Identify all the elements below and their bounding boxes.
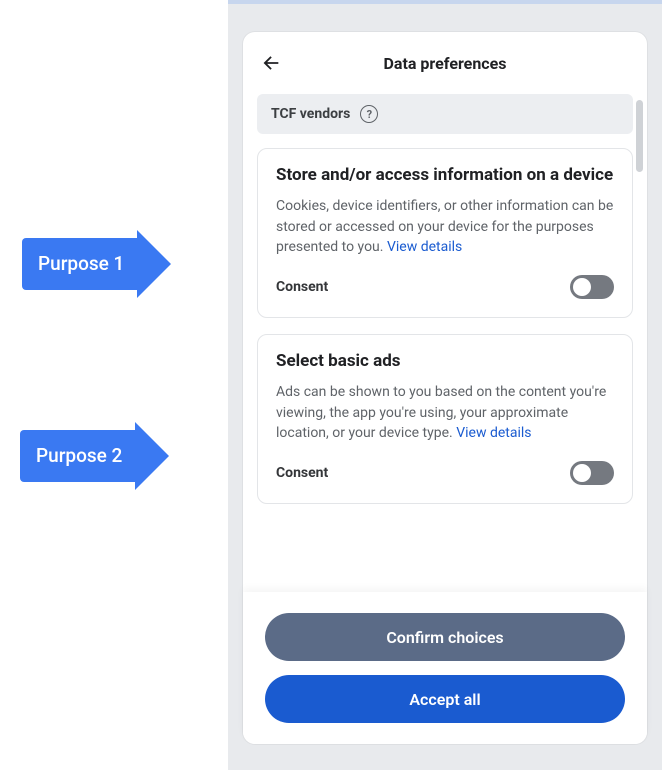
arrow-head-icon xyxy=(135,422,169,490)
purpose-card-select-basic-ads: Select basic ads Ads can be shown to you… xyxy=(257,334,633,504)
modal-footer: Confirm choices Accept all xyxy=(243,592,647,744)
modal-header: Data preferences xyxy=(243,32,647,94)
consent-row: Consent xyxy=(276,275,614,299)
consent-toggle[interactable] xyxy=(570,275,614,299)
tcf-vendors-label: TCF vendors xyxy=(271,106,350,122)
tcf-vendors-bar[interactable]: TCF vendors ? xyxy=(257,94,633,134)
callout-purpose-1-label: Purpose 1 xyxy=(22,238,138,290)
callout-purpose-1: Purpose 1 xyxy=(22,238,171,290)
purpose-card-body: Cookies, device identifiers, or other in… xyxy=(276,196,614,257)
toggle-knob xyxy=(573,278,591,296)
help-icon[interactable]: ? xyxy=(360,105,378,123)
modal-title: Data preferences xyxy=(384,54,507,73)
modal-scroll-area: TCF vendors ? Store and/or access inform… xyxy=(243,94,647,592)
consent-label: Consent xyxy=(276,279,328,295)
consent-toggle[interactable] xyxy=(570,461,614,485)
consent-row: Consent xyxy=(276,461,614,485)
toggle-knob xyxy=(573,464,591,482)
view-details-link[interactable]: View details xyxy=(456,425,531,441)
arrow-left-icon xyxy=(260,52,282,74)
data-preferences-modal: Data preferences TCF vendors ? Store and… xyxy=(243,32,647,744)
purpose-card-title: Store and/or access information on a dev… xyxy=(276,165,614,186)
scrollbar-thumb[interactable] xyxy=(636,100,643,172)
arrow-head-icon xyxy=(137,230,171,298)
callout-purpose-2-label: Purpose 2 xyxy=(20,430,136,482)
consent-label: Consent xyxy=(276,465,328,481)
accept-all-button[interactable]: Accept all xyxy=(265,675,625,723)
view-details-link[interactable]: View details xyxy=(387,239,462,255)
purpose-card-body-text: Ads can be shown to you based on the con… xyxy=(276,384,606,441)
purpose-card-title: Select basic ads xyxy=(276,351,614,372)
purpose-card-store-access: Store and/or access information on a dev… xyxy=(257,148,633,318)
callout-purpose-2: Purpose 2 xyxy=(20,430,169,482)
back-button[interactable] xyxy=(257,49,285,77)
confirm-choices-button[interactable]: Confirm choices xyxy=(265,613,625,661)
purpose-card-body: Ads can be shown to you based on the con… xyxy=(276,382,614,443)
